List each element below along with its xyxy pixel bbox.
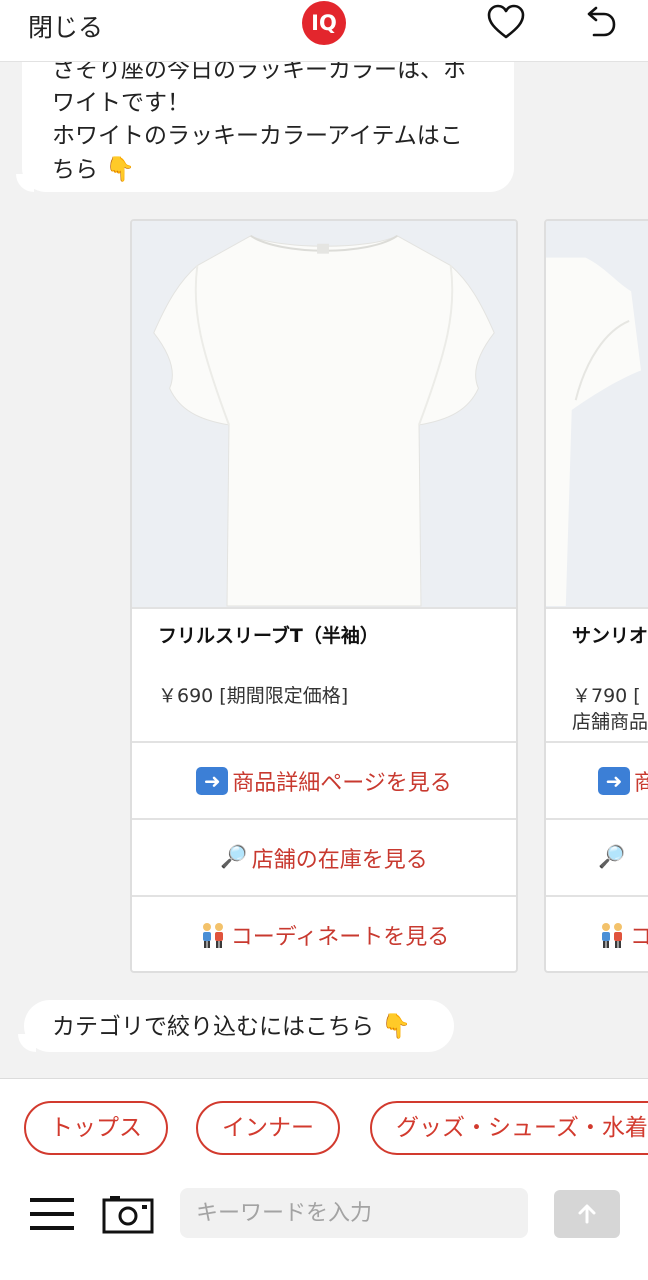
view-details-label: 商 <box>634 765 648 797</box>
couple-icon <box>202 922 223 948</box>
product-name: サンリオ <box>572 625 648 647</box>
product-image[interactable] <box>546 221 648 609</box>
product-price: ￥690 [期間限定価格] <box>158 685 349 707</box>
message-text: カテゴリで絞り込むにはこちら <box>52 1014 374 1040</box>
message-line: さそり座の今日のラッキーカラーは、ホ <box>52 62 466 83</box>
chip-tops[interactable]: トップス <box>24 1101 168 1155</box>
couple-icon <box>602 922 622 948</box>
send-button[interactable] <box>554 1190 620 1238</box>
magnifier-icon: 🔎 <box>598 845 626 870</box>
undo-icon[interactable] <box>580 4 618 42</box>
message-line: ちら 👇 <box>52 153 514 187</box>
tshirt-image <box>546 222 648 606</box>
input-bar <box>0 1168 648 1280</box>
message-text: ちら <box>52 157 98 183</box>
magnifier-icon: 🔎 <box>220 845 248 870</box>
bubble-tail <box>16 174 34 192</box>
tshirt-image <box>132 222 516 607</box>
view-details-button[interactable]: ➜ 商品詳細ページを見る <box>132 741 516 818</box>
product-card[interactable]: フリルスリーブT（半袖） ￥690 [期間限定価格] ➜ 商品詳細ページを見る … <box>130 219 518 973</box>
bot-message-category: カテゴリで絞り込むにはこちら 👇 <box>24 1000 454 1052</box>
store-stock-button[interactable]: 🔎 店舗の在庫を見る <box>132 818 516 895</box>
coordinate-button[interactable]: コ <box>546 895 648 971</box>
chip-inner[interactable]: インナー <box>196 1101 340 1155</box>
right-arrow-icon: ➜ <box>598 766 630 795</box>
pointing-down-icon: 👇 <box>381 1012 412 1040</box>
header-bar: 閉じる IQ <box>0 0 648 62</box>
chip-goods-shoes-swimwear[interactable]: グッズ・シューズ・水着 <box>370 1101 648 1155</box>
bubble-tail <box>18 1034 36 1052</box>
product-availability: 店舗商品 <box>572 711 648 733</box>
product-card[interactable]: サンリオ ￥790 [ 店舗商品 ➜ 商 🔎 コ <box>544 219 648 973</box>
view-details-button[interactable]: ➜ 商 <box>546 741 648 818</box>
product-name: フリルスリーブT（半袖） <box>158 625 379 647</box>
store-stock-label: 店舗の在庫を見る <box>251 847 428 873</box>
coordinate-label: コ <box>630 919 648 951</box>
close-button[interactable]: 閉じる <box>28 8 103 44</box>
arrow-up-icon <box>578 1204 596 1224</box>
coordinate-label: コーディネートを見る <box>230 924 450 950</box>
hamburger-menu-icon[interactable] <box>30 1196 74 1232</box>
coordinate-button[interactable]: コーディネートを見る <box>132 895 516 971</box>
product-price: ￥790 [ <box>572 685 641 707</box>
message-line: ワイトです！ <box>52 90 190 116</box>
heart-icon[interactable] <box>486 3 526 43</box>
right-arrow-icon: ➜ <box>196 766 229 795</box>
chat-area[interactable]: さそり座の今日のラッキーカラーは、ホ ワイトです！ ホワイトのラッキーカラーアイ… <box>0 62 648 1078</box>
product-image[interactable] <box>132 221 516 609</box>
bot-message-lucky-color: さそり座の今日のラッキーカラーは、ホ ワイトです！ ホワイトのラッキーカラーアイ… <box>22 62 514 192</box>
iq-logo: IQ <box>302 1 346 45</box>
camera-icon[interactable] <box>102 1194 154 1234</box>
pointing-down-icon: 👇 <box>105 155 136 183</box>
view-details-label: 商品詳細ページを見る <box>232 770 452 796</box>
message-line: ホワイトのラッキーカラーアイテムはこ <box>52 123 463 149</box>
keyword-search-input[interactable] <box>180 1188 528 1238</box>
store-stock-button[interactable]: 🔎 <box>546 818 648 895</box>
category-chip-bar[interactable]: トップス インナー グッズ・シューズ・水着 <box>0 1078 648 1168</box>
